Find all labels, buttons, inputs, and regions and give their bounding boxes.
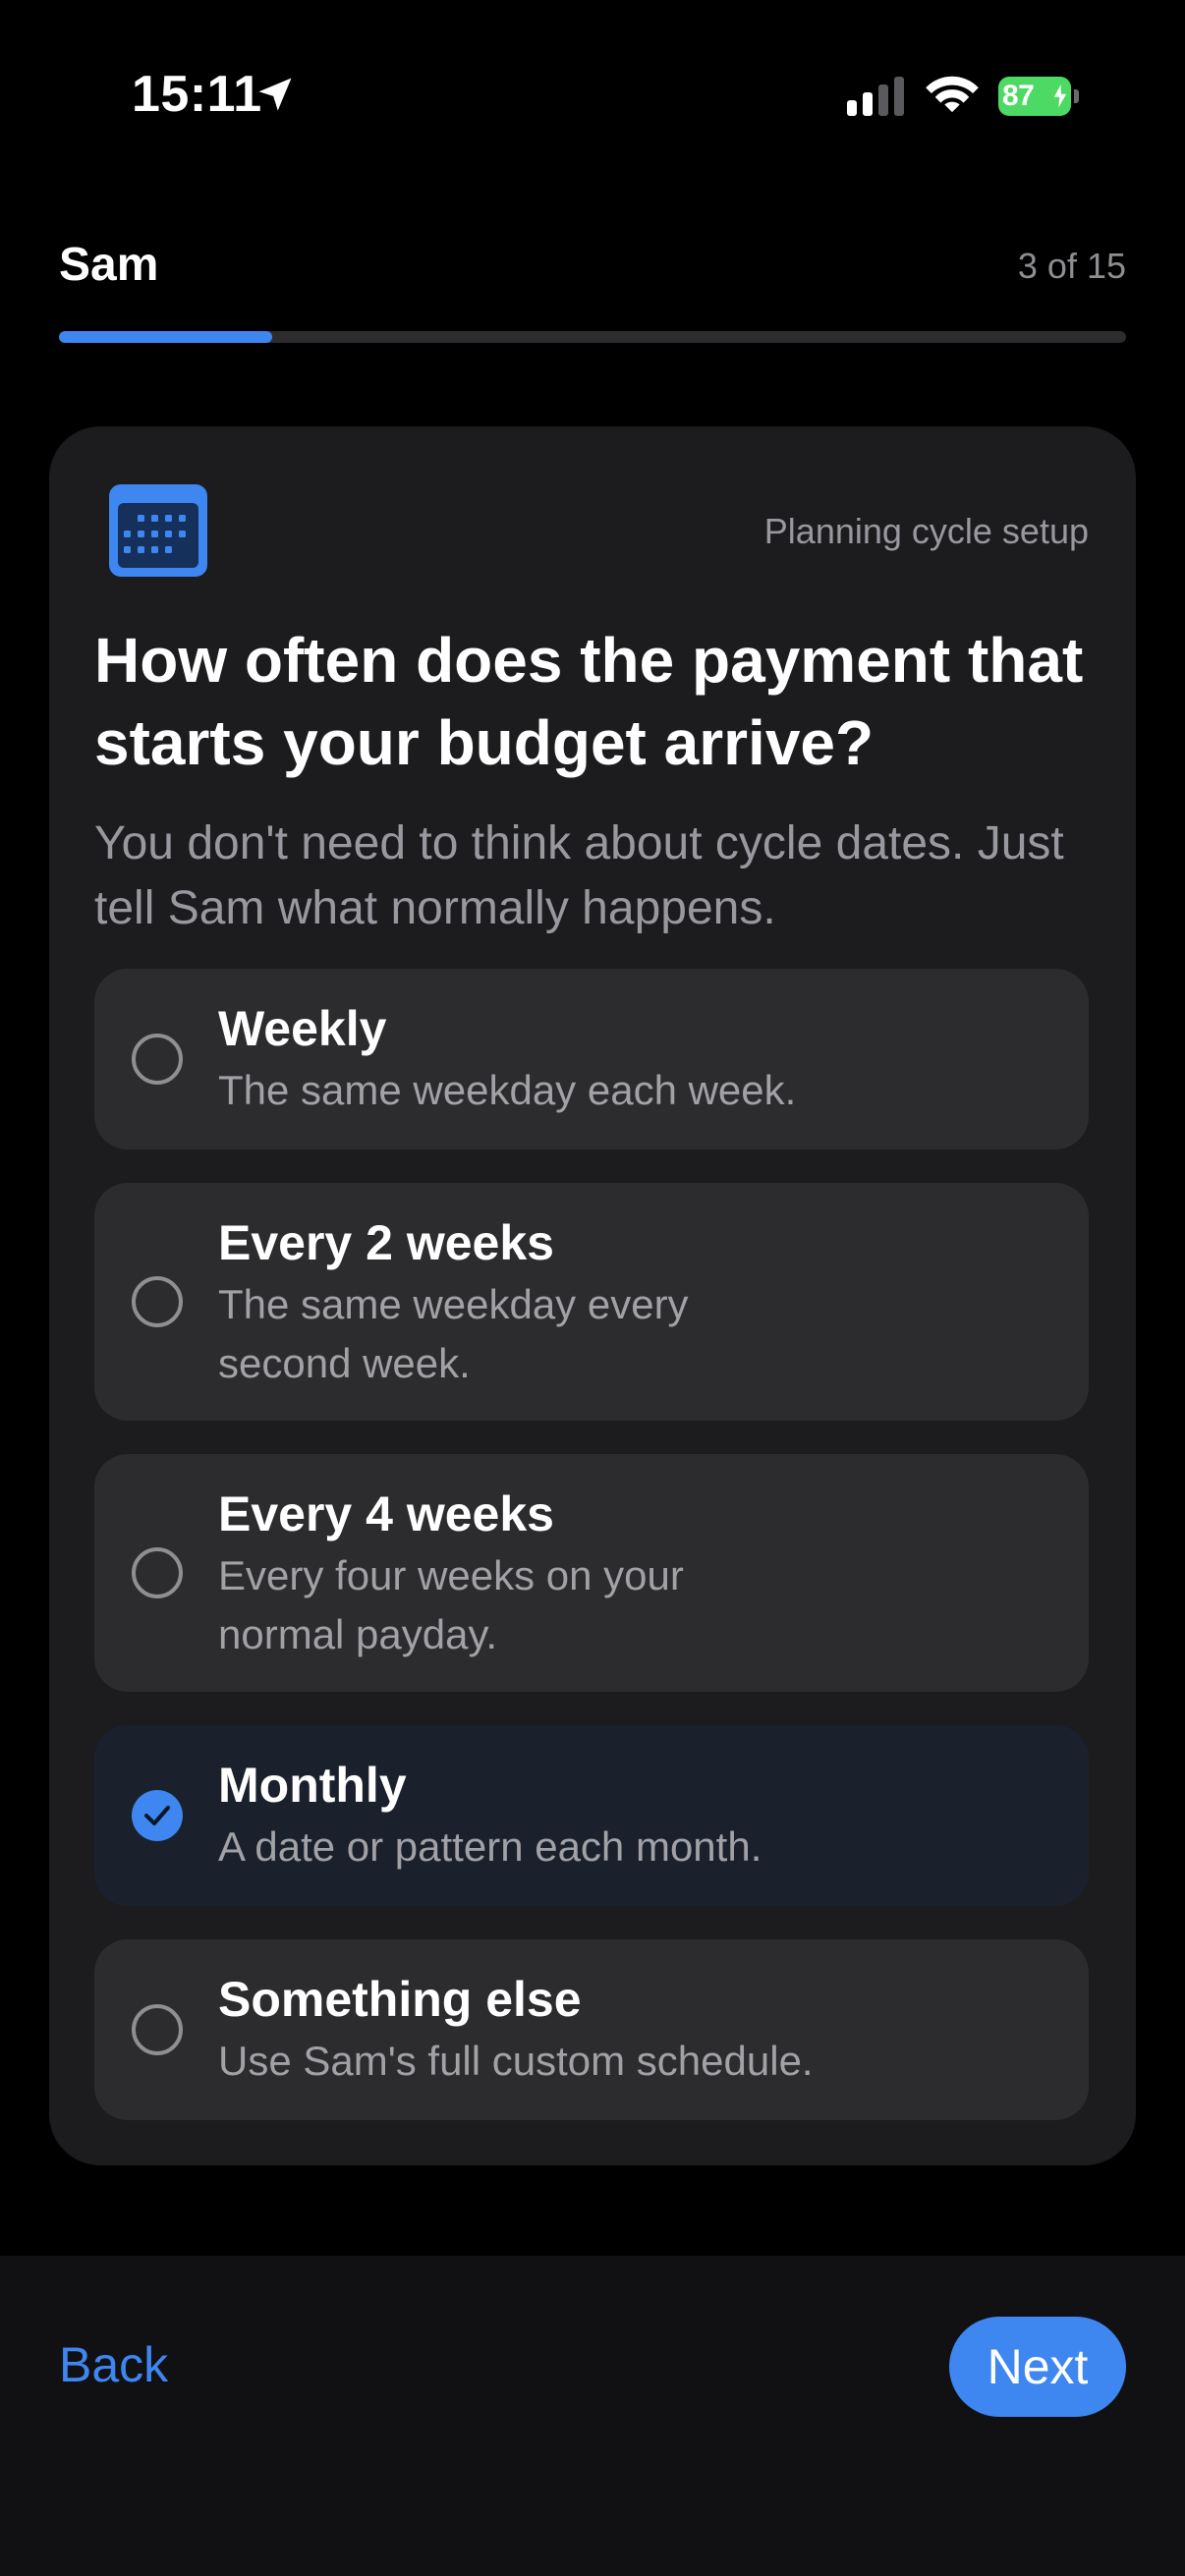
checkmark-icon [144, 1806, 170, 1825]
progress-fill [59, 331, 273, 343]
option-every-4-weeks[interactable]: Every 4 weeks Every four weeks on your n… [94, 1454, 1089, 1692]
radio-unchecked-icon[interactable] [132, 1547, 183, 1598]
option-title: Monthly [218, 1758, 407, 1813]
charging-bolt-icon [1051, 82, 1069, 111]
calendar-icon [109, 484, 207, 577]
app-title: Sam [59, 239, 159, 291]
radio-unchecked-icon[interactable] [132, 1276, 183, 1327]
next-button[interactable]: Next [949, 2317, 1126, 2417]
radio-unchecked-icon[interactable] [132, 1034, 183, 1085]
option-title: Something else [218, 1972, 582, 2027]
bottom-navigation-bar: Back Next [0, 2256, 1185, 2576]
option-something-else[interactable]: Something else Use Sam's full custom sch… [94, 1939, 1089, 2120]
progress-bar [59, 331, 1126, 343]
screen: 15:11 87 Sam 3 of 15 Planning cycle setu… [0, 0, 1185, 2576]
location-arrow-icon [258, 78, 292, 111]
option-description: Use Sam's full custom schedule. [218, 2038, 814, 2084]
question-card: Planning cycle setup How often does the … [49, 426, 1136, 2165]
option-title: Weekly [218, 1001, 387, 1056]
option-title: Every 4 weeks [218, 1486, 554, 1541]
card-tag: Planning cycle setup [763, 511, 1089, 551]
option-weekly[interactable]: Weekly The same weekday each week. [94, 969, 1089, 1149]
option-monthly[interactable]: Monthly A date or pattern each month. [94, 1725, 1089, 1906]
option-title: Every 2 weeks [218, 1215, 554, 1270]
radio-checked-icon[interactable] [132, 1790, 183, 1841]
radio-unchecked-icon[interactable] [132, 2004, 183, 2055]
step-counter: 3 of 15 [1017, 246, 1126, 286]
status-time: 15:11 [132, 66, 262, 123]
option-every-2-weeks[interactable]: Every 2 weeks The same weekday every sec… [94, 1183, 1089, 1421]
cellular-signal-icon [847, 77, 904, 116]
wifi-icon [926, 76, 979, 113]
option-description: Every four weeks on your normal payday. [218, 1552, 684, 1657]
question-subtitle: You don't need to think about cycle date… [94, 817, 1064, 934]
battery-cap [1074, 89, 1079, 103]
option-description: The same weekday each week. [218, 1067, 797, 1113]
option-description: A date or pattern each month. [218, 1823, 762, 1870]
battery-indicator: 87 [998, 77, 1079, 116]
back-button[interactable]: Back [59, 2336, 168, 2393]
status-bar: 15:11 87 [0, 0, 1185, 196]
option-description: The same weekday every second week. [218, 1281, 689, 1386]
question-heading: How often does the payment that starts y… [94, 625, 1084, 778]
